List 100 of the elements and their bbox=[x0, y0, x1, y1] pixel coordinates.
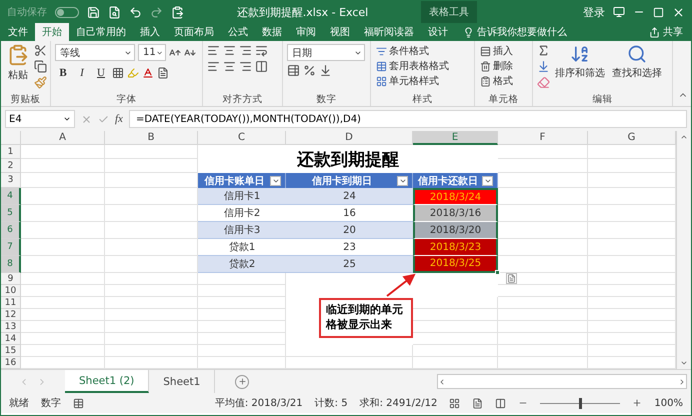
sheet-cell[interactable] bbox=[21, 285, 105, 297]
font-style-button[interactable]: U bbox=[93, 64, 109, 81]
sheet-cell[interactable] bbox=[105, 309, 198, 321]
fill-handle[interactable] bbox=[495, 270, 500, 275]
ribbon-tab[interactable]: 公式 bbox=[221, 23, 255, 41]
font-size-field[interactable]: 11 bbox=[138, 44, 166, 61]
ribbon-tab[interactable]: 开始 bbox=[35, 23, 69, 41]
autosave-toggle[interactable] bbox=[55, 6, 79, 18]
column-header[interactable]: D bbox=[286, 131, 413, 145]
sheet-cell[interactable] bbox=[105, 345, 198, 357]
column-header[interactable]: C bbox=[198, 131, 286, 145]
table-cell[interactable]: 2018/3/16 bbox=[413, 205, 498, 222]
row-number[interactable]: 14 bbox=[1, 333, 21, 345]
sheet-cell[interactable] bbox=[498, 321, 588, 333]
row-number[interactable]: 4 bbox=[1, 188, 21, 205]
cells-menu-button[interactable]: 插入 bbox=[479, 44, 514, 58]
sheet-cell[interactable] bbox=[105, 159, 198, 173]
ribbon-tab[interactable]: 文件 bbox=[1, 23, 35, 41]
insert-function-button[interactable]: fx bbox=[115, 113, 123, 125]
row-number[interactable]: 13 bbox=[1, 321, 21, 333]
font-style-button[interactable]: I bbox=[74, 64, 90, 81]
sheet-cell[interactable] bbox=[21, 173, 105, 188]
cells-menu-button[interactable]: 格式 bbox=[479, 74, 514, 88]
cells-menu-button[interactable]: 删除 bbox=[479, 59, 514, 73]
sheet-tab[interactable]: Sheet1 (2) bbox=[65, 370, 150, 393]
font-name-field[interactable]: 等线 bbox=[55, 44, 135, 61]
styles-menu-button[interactable]: 条件格式 bbox=[375, 44, 450, 58]
ribbon-tab[interactable]: 审阅 bbox=[289, 23, 323, 41]
find-select-button[interactable]: 查找和选择 bbox=[610, 44, 664, 93]
sheet-cell[interactable] bbox=[21, 145, 105, 159]
row-number[interactable]: 11 bbox=[1, 297, 21, 309]
filter-button[interactable] bbox=[397, 176, 408, 186]
sheet-cell[interactable] bbox=[105, 145, 198, 159]
formula-field[interactable]: =DATE(YEAR(TODAY()),MONTH(TODAY()),D4) bbox=[128, 110, 687, 128]
sheet-cell[interactable] bbox=[198, 297, 286, 309]
sort-filter-button[interactable]: 排序和筛选 bbox=[553, 44, 607, 93]
sheet-cell[interactable] bbox=[198, 345, 286, 357]
row-number[interactable]: 5 bbox=[1, 205, 21, 222]
ribbon-tab[interactable]: 插入 bbox=[133, 23, 167, 41]
sign-in-link[interactable]: 登录 bbox=[583, 4, 605, 20]
sheet-cell[interactable] bbox=[21, 297, 105, 309]
column-header[interactable]: B bbox=[105, 131, 198, 145]
table-cell[interactable]: 2018/3/25 bbox=[413, 256, 498, 273]
column-header[interactable]: F bbox=[498, 131, 588, 145]
sheet-cell[interactable] bbox=[498, 309, 588, 321]
sheet-cell[interactable] bbox=[105, 285, 198, 297]
row-number[interactable]: 16 bbox=[1, 357, 21, 369]
row-number[interactable]: 15 bbox=[1, 345, 21, 357]
table-cell[interactable]: 2018/3/20 bbox=[413, 222, 498, 239]
row-number[interactable]: 7 bbox=[1, 239, 21, 256]
sheet-cell[interactable] bbox=[105, 333, 198, 345]
ribbon-tab[interactable]: 福昕阅读器 bbox=[357, 23, 421, 41]
sheet-cell[interactable] bbox=[198, 285, 286, 297]
sheet-cell[interactable] bbox=[21, 205, 105, 222]
name-box[interactable]: E4 bbox=[5, 110, 75, 128]
sheet-cell[interactable] bbox=[286, 345, 413, 357]
sheet-cell[interactable] bbox=[198, 309, 286, 321]
sheet-cell[interactable] bbox=[198, 321, 286, 333]
row-number[interactable]: 1 bbox=[1, 145, 21, 159]
row-number[interactable]: 6 bbox=[1, 222, 21, 239]
sheet-cell[interactable] bbox=[21, 273, 105, 285]
row-number[interactable]: 8 bbox=[1, 256, 21, 273]
row-number[interactable]: 9 bbox=[1, 273, 21, 285]
sheet-cell[interactable] bbox=[498, 273, 588, 285]
sheet-cell[interactable] bbox=[105, 297, 198, 309]
sheet-cell[interactable] bbox=[413, 345, 498, 357]
row-number[interactable]: 10 bbox=[1, 285, 21, 297]
sheet-cell[interactable] bbox=[105, 273, 198, 285]
paste-button[interactable]: 粘贴 bbox=[5, 44, 31, 93]
row-number[interactable]: 12 bbox=[1, 309, 21, 321]
number-format-field[interactable]: 日期 bbox=[287, 44, 365, 61]
ribbon-tab[interactable]: 自己常用的 bbox=[69, 23, 133, 41]
quick-analysis-button[interactable] bbox=[506, 273, 517, 284]
ribbon-tab[interactable]: 视图 bbox=[323, 23, 357, 41]
zoom-thumb[interactable] bbox=[579, 398, 582, 408]
sheet-cell[interactable] bbox=[21, 321, 105, 333]
column-header[interactable]: A bbox=[21, 131, 105, 145]
row-number[interactable]: 3 bbox=[1, 173, 21, 188]
sheet-cell[interactable] bbox=[198, 333, 286, 345]
sheet-cell[interactable] bbox=[21, 222, 105, 239]
sheet-cell[interactable] bbox=[21, 309, 105, 321]
sheet-cell[interactable] bbox=[21, 333, 105, 345]
ribbon-tab[interactable]: 数据 bbox=[255, 23, 289, 41]
sheet-cell[interactable] bbox=[21, 159, 105, 173]
sheet-cell[interactable] bbox=[498, 145, 588, 159]
table-cell[interactable]: 2018/3/23 bbox=[413, 239, 498, 256]
font-style-button[interactable]: B bbox=[55, 64, 71, 81]
filter-button[interactable] bbox=[482, 176, 493, 186]
sheet-cell[interactable] bbox=[21, 188, 105, 205]
vertical-scrollbar[interactable] bbox=[676, 131, 691, 369]
filter-button[interactable] bbox=[270, 176, 281, 186]
sheet-cell[interactable] bbox=[105, 321, 198, 333]
sheet-cell[interactable] bbox=[498, 297, 588, 309]
sheet-cell[interactable] bbox=[498, 333, 588, 345]
column-header[interactable]: G bbox=[588, 131, 676, 145]
sheet-cell[interactable] bbox=[498, 345, 588, 357]
styles-menu-button[interactable]: 套用表格格式 bbox=[375, 59, 450, 73]
tell-me-field[interactable]: 告诉我你想要做什么 bbox=[477, 25, 567, 39]
ribbon-tab[interactable]: 设计 bbox=[421, 23, 455, 41]
add-sheet-button[interactable] bbox=[235, 374, 250, 388]
